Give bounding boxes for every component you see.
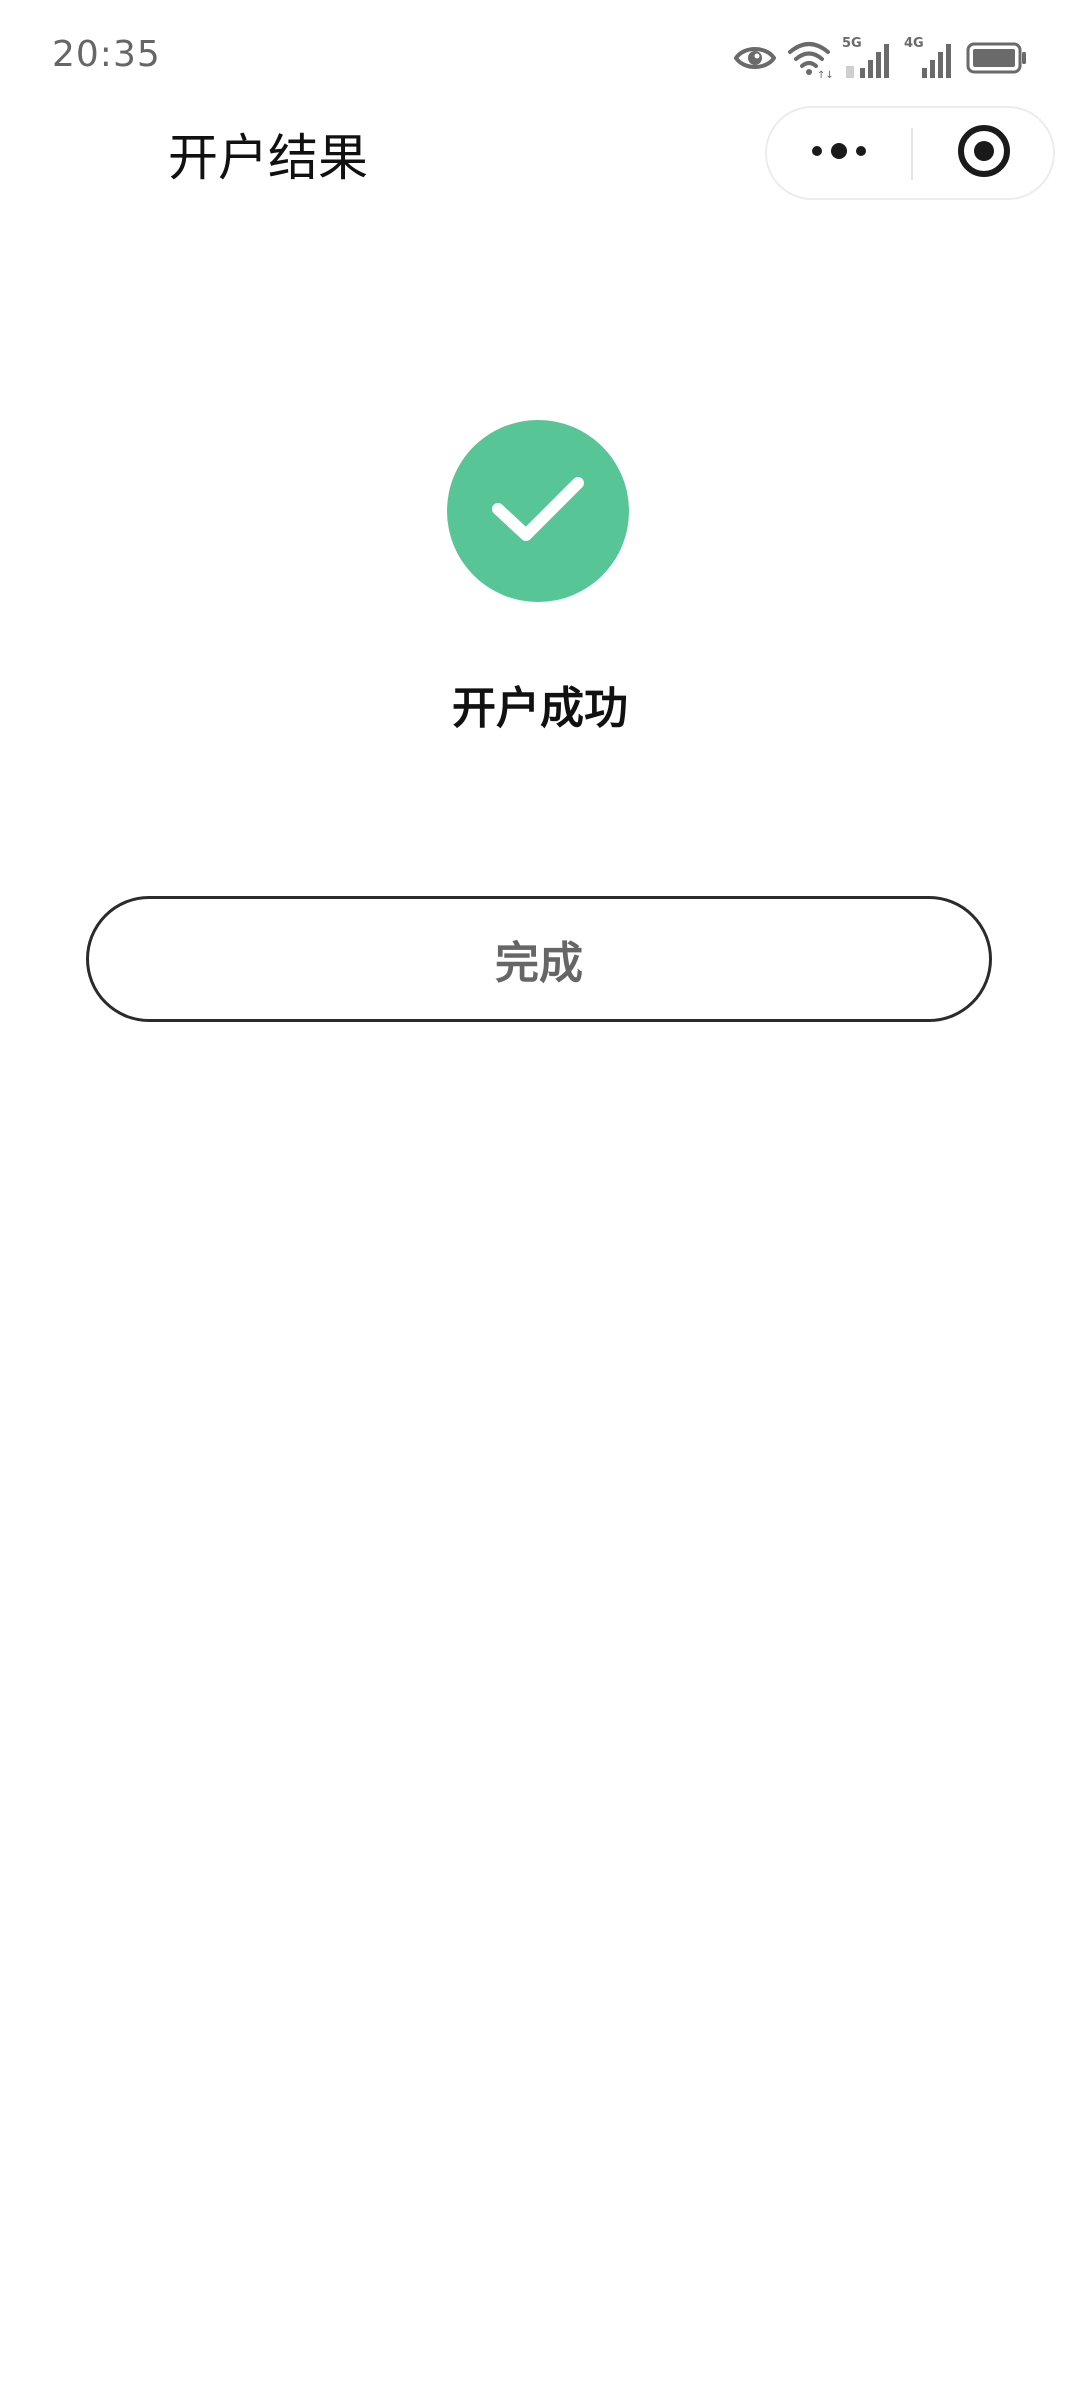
wifi-icon: ↑↓ [786,38,832,78]
success-badge [447,420,629,602]
close-target-icon [956,123,1012,183]
more-icon [809,141,869,165]
more-button[interactable] [767,108,911,198]
result-message: 开户成功 [452,683,628,734]
eye-icon [734,43,776,73]
status-icons: ↑↓ 5G 4G [734,36,1028,80]
close-button[interactable] [913,108,1055,198]
svg-text:↑↓: ↑↓ [817,70,832,78]
signal-4g-icon: 4G [904,36,956,80]
status-time: 20:35 [52,34,161,75]
status-bar: 20:35 ↑↓ 5G 4G [0,0,1080,110]
page-title: 开户结果 [168,129,368,187]
done-button[interactable]: 完成 [86,896,992,1022]
battery-icon [966,41,1028,75]
signal-5g-icon: 5G [842,36,894,80]
check-icon [488,469,588,553]
mini-program-capsule [765,106,1055,200]
